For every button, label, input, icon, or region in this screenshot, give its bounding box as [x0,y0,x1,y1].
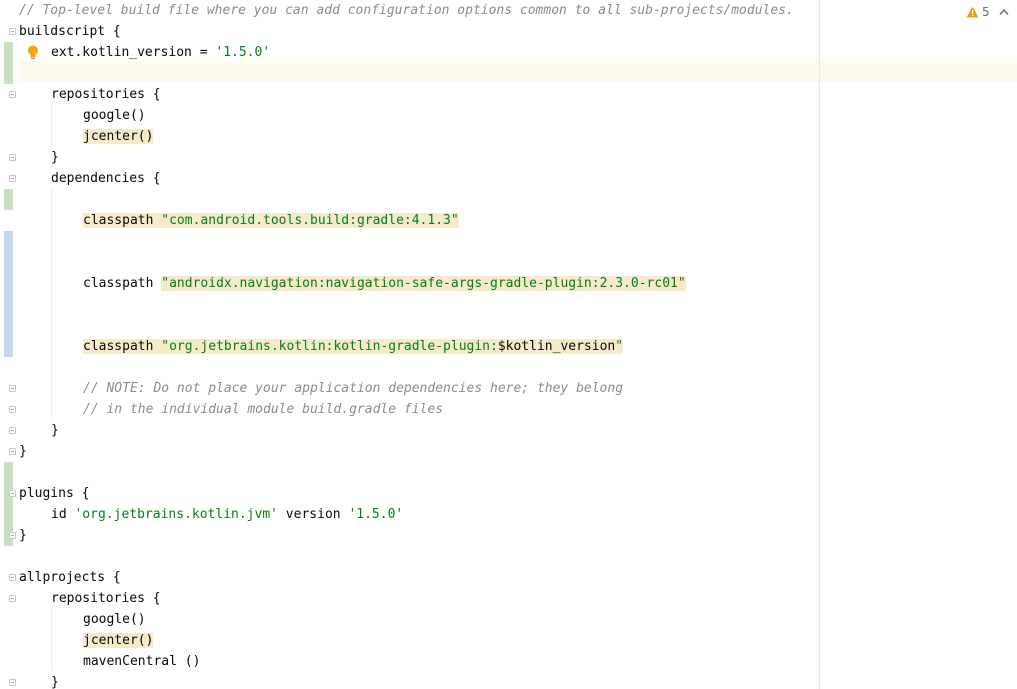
warning-icon [966,6,979,18]
code-line[interactable]: plugins { [19,483,89,504]
code-token: google() [83,108,146,123]
code-token: } [51,150,59,165]
code-editor[interactable]: // Top-level build file where you can ad… [0,0,1017,689]
code-line[interactable]: } [19,441,27,462]
code-token: } [19,528,27,543]
code-line[interactable]: ext.kotlin_version = '1.5.0' [19,42,270,63]
code-line[interactable]: // Top-level build file where you can ad… [19,0,794,21]
code-line[interactable]: // NOTE: Do not place your application d… [19,378,623,399]
right-margin-guide [819,0,820,689]
added-lines-marker[interactable] [4,42,13,84]
warning-count: 5 [982,5,990,19]
code-token: plugins { [19,486,90,501]
code-token: // Top-level build file where you can ad… [19,3,794,18]
fold-toggle-icon[interactable] [9,490,16,497]
code-token: 'org.jetbrains.kotlin.jvm' [74,507,278,522]
code-line[interactable]: id 'org.jetbrains.kotlin.jvm' version '1… [19,504,403,525]
code-line[interactable]: repositories { [19,588,161,609]
code-token: } [51,675,59,689]
code-token: allprojects { [19,570,121,585]
code-line[interactable]: } [19,420,59,441]
lightbulb-icon[interactable] [27,45,39,60]
code-token: '1.5.0' [215,45,271,60]
code-token: repositories { [51,87,161,102]
code-line[interactable]: } [19,672,59,689]
modified-lines-marker[interactable] [4,231,13,357]
code-line[interactable]: // in the individual module build.gradle… [19,399,443,420]
code-line[interactable]: mavenCentral () [19,651,200,672]
code-token: } [51,423,59,438]
fold-toggle-icon[interactable] [9,406,16,413]
code-token: classpath [83,213,162,228]
added-lines-marker[interactable] [4,189,13,210]
code-token: $kotlin_version [497,339,616,354]
code-token: dependencies { [51,171,161,186]
fold-toggle-icon[interactable] [9,448,16,455]
code-line[interactable]: } [19,525,27,546]
code-line[interactable]: classpath "androidx.navigation:navigatio… [19,273,686,294]
current-line-highlight [19,61,1017,82]
code-token: '1.5.0' [348,507,404,522]
fold-toggle-icon[interactable] [9,175,16,182]
code-line[interactable]: repositories { [19,84,161,105]
code-token: classpath [83,339,162,354]
code-token: repositories { [51,591,161,606]
code-line[interactable]: buildscript { [19,21,121,42]
code-token: jcenter() [83,129,154,144]
editor-gutter[interactable] [0,0,19,689]
code-token: // in the individual module build.gradle… [83,402,444,417]
fold-toggle-icon[interactable] [9,679,16,686]
code-line[interactable]: jcenter() [19,126,154,147]
code-token: // NOTE: Do not place your application d… [83,381,624,396]
code-token: jcenter() [83,633,154,648]
code-line[interactable]: dependencies { [19,168,161,189]
code-token: buildscript { [19,24,121,39]
fold-toggle-icon[interactable] [9,385,16,392]
code-line[interactable]: allprojects { [19,567,121,588]
code-line[interactable]: classpath "org.jetbrains.kotlin:kotlin-g… [19,336,624,357]
code-token: "com.android.tools.build:gradle:4.1.3" [161,213,459,228]
code-line[interactable]: } [19,147,59,168]
code-token: id [51,507,75,522]
fold-toggle-icon[interactable] [9,595,16,602]
fold-toggle-icon[interactable] [9,154,16,161]
inspection-widget[interactable]: 5 [966,4,1009,20]
code-line[interactable]: classpath "com.android.tools.build:gradl… [19,210,459,231]
fold-toggle-icon[interactable] [9,427,16,434]
code-token: mavenCentral () [83,654,201,669]
fold-toggle-icon[interactable] [9,91,16,98]
code-line[interactable]: google() [19,105,146,126]
fold-toggle-icon[interactable] [9,532,16,539]
code-token: version [277,507,349,522]
chevron-up-icon[interactable] [999,8,1009,16]
code-token: "androidx.navigation:navigation-safe-arg… [161,276,686,291]
code-token: classpath [83,276,162,291]
code-token: google() [83,612,146,627]
fold-toggle-icon[interactable] [9,574,16,581]
code-line[interactable]: google() [19,609,146,630]
code-token: ext.kotlin_version = [51,45,216,60]
fold-toggle-icon[interactable] [9,28,16,35]
code-token: "org.jetbrains.kotlin:kotlin-gradle-plug… [161,339,498,354]
code-line[interactable]: jcenter() [19,630,154,651]
code-token: " [615,339,624,354]
code-token: } [19,444,27,459]
